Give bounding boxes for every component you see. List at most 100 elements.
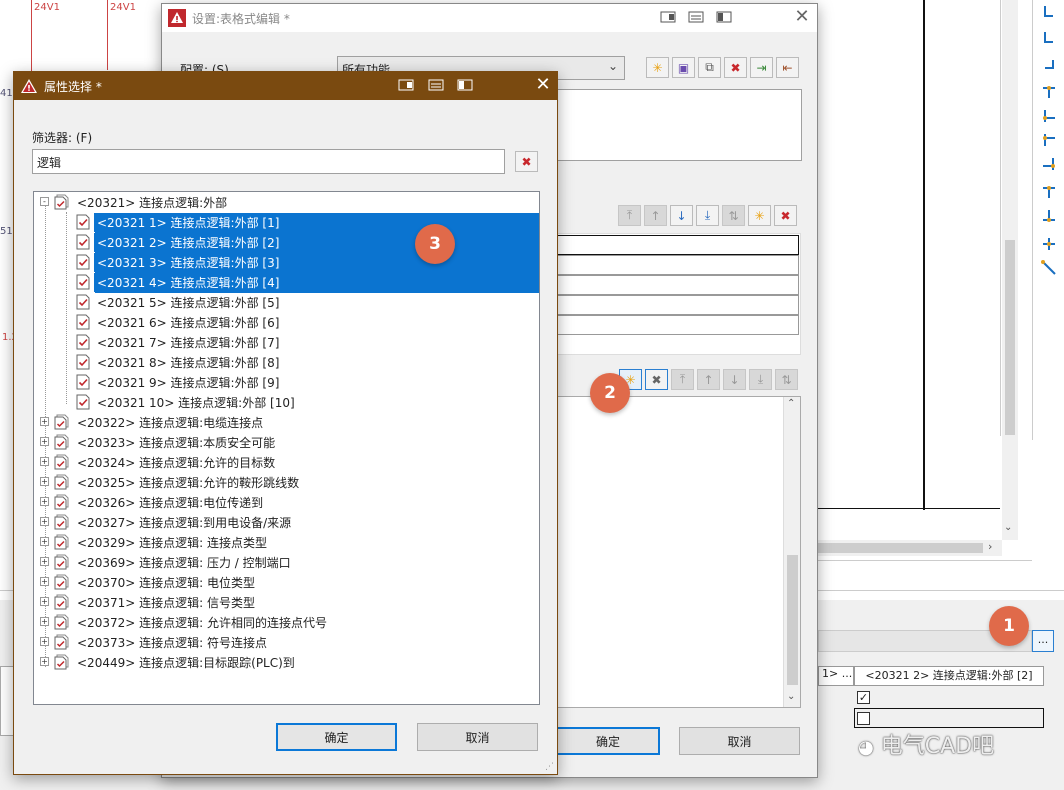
tee-icon[interactable] (1041, 84, 1057, 100)
tree-group-item[interactable]: + <20324> 连接点逻辑:允许的目标数 (34, 452, 539, 472)
corner-icon[interactable] (1041, 30, 1057, 46)
scroll-down-icon[interactable]: ⌄ (1004, 522, 1012, 533)
canvas-hscroll[interactable]: › (818, 540, 1002, 556)
tree-child-item[interactable]: <20321 1> 连接点逻辑:外部 [1] (34, 212, 539, 232)
property-ok-button[interactable]: 确定 (276, 723, 397, 751)
expand-icon[interactable]: + (40, 557, 49, 566)
expand-icon[interactable]: + (40, 497, 49, 506)
ellipsis-button[interactable]: ... (1032, 630, 1054, 652)
scroll-up-icon[interactable]: ⌃ (787, 398, 795, 409)
new-config-button[interactable]: ✳ (646, 57, 669, 78)
property-tree[interactable]: - <20321> 连接点逻辑:外部 <20321 1> 连接点逻辑:外部 [1] <… (33, 191, 540, 705)
tree-child-item[interactable]: <20321 4> 连接点逻辑:外部 [4] (34, 272, 539, 292)
expand-icon[interactable]: + (40, 517, 49, 526)
tree-group-item[interactable]: - <20321> 连接点逻辑:外部 (34, 192, 539, 212)
expand-icon[interactable]: + (40, 437, 49, 446)
expand-icon[interactable]: + (40, 637, 49, 646)
move-down-button[interactable]: ↓ (670, 205, 693, 226)
sort-button[interactable]: ⇅ (775, 369, 798, 390)
scroll-thumb[interactable] (787, 555, 798, 685)
table-row[interactable] (556, 255, 799, 275)
tree-group-item[interactable]: + <20369> 连接点逻辑: 压力 / 控制端口 (34, 552, 539, 572)
close-icon[interactable]: ✕ (792, 7, 812, 27)
tree-group-item[interactable]: + <20370> 连接点逻辑: 电位类型 (34, 572, 539, 592)
scroll-right-icon[interactable]: › (988, 540, 992, 553)
tree-child-item[interactable]: <20321 7> 连接点逻辑:外部 [7] (34, 332, 539, 352)
filter-input[interactable]: 逻辑 (32, 149, 505, 174)
layout-icon[interactable] (688, 10, 704, 24)
tree-group-item[interactable]: + <20449> 连接点逻辑:目标跟踪(PLC)到 (34, 652, 539, 672)
settings-cancel-button[interactable]: 取消 (679, 727, 800, 755)
tree-group-item[interactable]: + <20323> 连接点逻辑:本质安全可能 (34, 432, 539, 452)
branch-icon[interactable] (1041, 184, 1057, 200)
diagonal-icon[interactable] (1041, 260, 1057, 276)
table-row[interactable] (556, 235, 799, 255)
table-row[interactable] (556, 275, 799, 295)
corner-icon[interactable] (1041, 56, 1057, 72)
tree-group-item[interactable]: + <20372> 连接点逻辑: 允许相同的连接点代号 (34, 612, 539, 632)
scroll-thumb[interactable] (1005, 240, 1015, 435)
save-config-button[interactable]: ▣ (672, 57, 695, 78)
clear-filter-button[interactable]: ✖ (515, 151, 538, 172)
property-list-scrollbar[interactable]: ⌃ ⌄ (783, 397, 800, 707)
resize-grip-icon[interactable]: ⋰ (545, 762, 554, 772)
dock-icon[interactable] (398, 78, 414, 92)
new-row-button[interactable]: ✳ (748, 205, 771, 226)
tree-group-item[interactable]: + <20322> 连接点逻辑:电缆连接点 (34, 412, 539, 432)
expand-icon[interactable]: + (40, 537, 49, 546)
tree-child-item[interactable]: <20321 3> 连接点逻辑:外部 [3] (34, 252, 539, 272)
tree-group-item[interactable]: + <20325> 连接点逻辑:允许的鞍形跳线数 (34, 472, 539, 492)
settings-ok-button[interactable]: 确定 (556, 727, 660, 755)
expand-icon[interactable]: + (40, 417, 49, 426)
table-row[interactable] (556, 315, 799, 335)
dock-icon[interactable] (660, 10, 676, 24)
collapse-icon[interactable]: - (40, 197, 49, 206)
scroll-thumb[interactable] (818, 543, 983, 553)
sort-button[interactable]: ⇅ (722, 205, 745, 226)
canvas-vscroll[interactable]: ⌄ (1002, 0, 1018, 540)
delete-config-button[interactable]: ✖ (724, 57, 747, 78)
tree-group-item[interactable]: + <20329> 连接点逻辑: 连接点类型 (34, 532, 539, 552)
tree-child-item[interactable]: <20321 5> 连接点逻辑:外部 [5] (34, 292, 539, 312)
tree-group-item[interactable]: + <20371> 连接点逻辑: 信号类型 (34, 592, 539, 612)
move-top-button[interactable]: ⤒ (671, 369, 694, 390)
move-down-button[interactable]: ↓ (723, 369, 746, 390)
layout-icon[interactable] (428, 78, 444, 92)
window-icon[interactable] (716, 10, 732, 24)
grid-checkbox[interactable]: ✓ (857, 691, 870, 704)
tree-group-item[interactable]: + <20326> 连接点逻辑:电位传递到 (34, 492, 539, 512)
move-up-button[interactable]: ↑ (644, 205, 667, 226)
expand-icon[interactable]: + (40, 617, 49, 626)
window-icon[interactable] (457, 78, 473, 92)
tree-group-item[interactable]: + <20373> 连接点逻辑: 符号连接点 (34, 632, 539, 652)
close-icon[interactable]: ✕ (533, 75, 553, 95)
tree-group-item[interactable]: + <20327> 连接点逻辑:到用电设备/来源 (34, 512, 539, 532)
tree-child-item[interactable]: <20321 2> 连接点逻辑:外部 [2] (34, 232, 539, 252)
expand-icon[interactable]: + (40, 477, 49, 486)
tree-child-item[interactable]: <20321 6> 连接点逻辑:外部 [6] (34, 312, 539, 332)
move-bottom-button[interactable]: ⤓ (749, 369, 772, 390)
cross-icon[interactable] (1041, 236, 1057, 252)
expand-icon[interactable]: + (40, 457, 49, 466)
branch-icon[interactable] (1041, 208, 1057, 224)
delete-property-button[interactable]: ✖ (645, 369, 668, 390)
import-config-button[interactable]: ⇥ (750, 57, 773, 78)
expand-icon[interactable]: + (40, 597, 49, 606)
corner-icon[interactable] (1041, 4, 1057, 20)
tee-icon[interactable] (1041, 132, 1057, 148)
move-up-button[interactable]: ↑ (697, 369, 720, 390)
property-list[interactable] (556, 396, 801, 708)
expand-icon[interactable]: + (40, 657, 49, 666)
table-row[interactable] (556, 295, 799, 315)
export-config-button[interactable]: ⇤ (776, 57, 799, 78)
tree-child-item[interactable]: <20321 9> 连接点逻辑:外部 [9] (34, 372, 539, 392)
tee-icon[interactable] (1041, 108, 1057, 124)
delete-row-button[interactable]: ✖ (774, 205, 797, 226)
copy-config-button[interactable]: ⧉ (698, 57, 721, 78)
scroll-down-icon[interactable]: ⌄ (787, 691, 795, 702)
expand-icon[interactable]: + (40, 577, 49, 586)
tree-child-item[interactable]: <20321 10> 连接点逻辑:外部 [10] (34, 392, 539, 412)
tree-child-item[interactable]: <20321 8> 连接点逻辑:外部 [8] (34, 352, 539, 372)
tee-icon[interactable] (1041, 156, 1057, 172)
property-cancel-button[interactable]: 取消 (417, 723, 538, 751)
